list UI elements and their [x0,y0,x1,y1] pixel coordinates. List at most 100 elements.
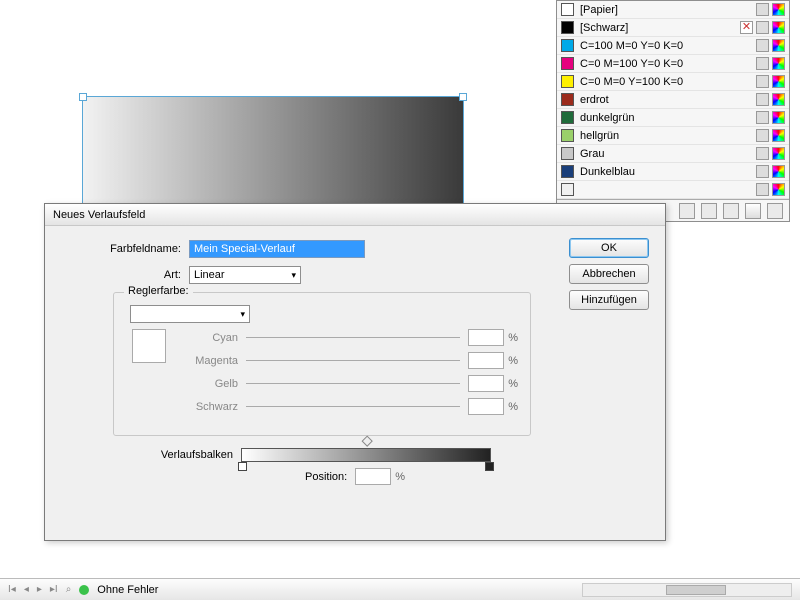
scrollbar-thumb[interactable] [666,585,726,595]
swatch-row[interactable]: Grau [557,145,789,163]
stopcolor-dropdown[interactable] [130,305,250,323]
swatch-type-icon [756,57,769,70]
swatch-filter-icon[interactable] [701,203,717,219]
swatch-chip [561,93,574,106]
cyan-slider[interactable] [246,337,460,338]
gradbar-label: Verlaufsbalken [59,449,241,461]
cancel-button[interactable]: Abbrechen [569,264,649,284]
swatch-row[interactable]: [Papier] [557,1,789,19]
preflight-icon[interactable]: ⌕ [66,584,72,595]
canvas-gradient-frame[interactable] [82,96,464,210]
new-swatch-icon[interactable] [745,203,761,219]
swatch-chip [561,111,574,124]
next-page-icon[interactable]: ▸ [37,584,42,595]
position-input[interactable] [355,468,391,485]
name-input[interactable] [189,240,365,258]
last-page-icon[interactable]: ▸I [50,584,58,595]
ok-button[interactable]: OK [569,238,649,258]
swatch-type-icon [756,93,769,106]
type-label: Art: [59,269,189,281]
swatch-row[interactable]: [Schwarz] ✕ [557,19,789,37]
magenta-label: Magenta [176,355,246,367]
swatch-lock-icon: ✕ [740,21,753,34]
color-stop-left[interactable] [238,462,247,471]
black-label: Schwarz [176,401,246,413]
swatch-name: Grau [580,148,750,160]
color-preview [132,329,166,363]
swatch-chip [561,3,574,16]
swatch-name: C=0 M=100 Y=0 K=0 [580,58,750,70]
swatch-type-icon [756,75,769,88]
swatch-row[interactable]: Dunkelblau [557,163,789,181]
swatch-type-icon [756,183,769,196]
prev-page-icon[interactable]: ◂ [24,584,29,595]
scrollbar[interactable] [582,583,792,597]
swatch-mode-icon [772,111,785,124]
yellow-slider[interactable] [246,383,460,384]
swatch-mode-icon [772,147,785,160]
swatch-name: erdrot [580,94,750,106]
swatch-chip [561,21,574,34]
type-dropdown[interactable]: Linear [189,266,301,284]
add-button[interactable]: Hinzufügen [569,290,649,310]
swatch-name: hellgrün [580,130,750,142]
swatch-mode-icon [772,165,785,178]
swatch-name: [Papier] [580,4,750,16]
magenta-input[interactable] [468,352,504,369]
first-page-icon[interactable]: I◂ [8,584,16,595]
swatch-chip [561,165,574,178]
swatch-chip [561,129,574,142]
status-text: Ohne Fehler [97,584,158,596]
swatch-name: C=100 M=0 Y=0 K=0 [580,40,750,52]
black-input[interactable] [468,398,504,415]
swatch-mode-icon [772,93,785,106]
black-slider[interactable] [246,406,460,407]
swatch-row[interactable]: dunkelgrün [557,109,789,127]
swatch-row[interactable] [557,181,789,199]
swatch-mode-icon [772,129,785,142]
magenta-slider[interactable] [246,360,460,361]
swatch-name: C=0 M=0 Y=100 K=0 [580,76,750,88]
swatch-mode-icon [772,21,785,34]
position-label: Position: [305,471,355,483]
midpoint-icon[interactable] [362,436,373,447]
swatch-filter2-icon[interactable] [723,203,739,219]
swatch-row[interactable]: C=0 M=0 Y=100 K=0 [557,73,789,91]
cyan-input[interactable] [468,329,504,346]
swatch-name: dunkelgrün [580,112,750,124]
stop-color-group: Reglerfarbe: Cyan% Magenta% Gelb% Schwar… [113,292,531,436]
yellow-label: Gelb [176,378,246,390]
cyan-label: Cyan [176,332,246,344]
swatch-chip [561,39,574,52]
swatches-panel: [Papier] [Schwarz] ✕ C=100 M=0 Y=0 K=0 C=0 M… [556,0,790,222]
swatch-type-icon [756,147,769,160]
swatch-type-icon [756,129,769,142]
swatch-row[interactable]: C=0 M=100 Y=0 K=0 [557,55,789,73]
swatch-row[interactable]: C=100 M=0 Y=0 K=0 [557,37,789,55]
swatch-mode-icon [772,183,785,196]
new-gradient-dialog: Neues Verlaufsfeld Farbfeldname: Art: Li… [44,203,666,541]
status-bar: I◂ ◂ ▸ ▸I ⌕ Ohne Fehler [0,578,800,600]
swatch-type-icon [756,111,769,124]
swatch-chip [561,75,574,88]
swatch-name: [Schwarz] [580,22,734,34]
swatch-type-icon [756,165,769,178]
swatch-mode-icon [772,75,785,88]
swatch-type-icon [756,21,769,34]
swatch-mode-icon [772,3,785,16]
swatch-type-icon [756,3,769,16]
swatch-view-icon[interactable] [679,203,695,219]
status-dot-icon [79,585,89,595]
swatch-mode-icon [772,39,785,52]
gradient-ramp[interactable] [241,448,491,462]
name-label: Farbfeldname: [59,243,189,255]
swatch-row[interactable]: hellgrün [557,127,789,145]
swatch-row[interactable]: erdrot [557,91,789,109]
yellow-input[interactable] [468,375,504,392]
stopcolor-label: Reglerfarbe: [124,285,193,297]
color-stop-right[interactable] [485,462,494,471]
dialog-title: Neues Verlaufsfeld [45,204,665,226]
swatch-name: Dunkelblau [580,166,750,178]
delete-swatch-icon[interactable] [767,203,783,219]
swatch-chip [561,57,574,70]
